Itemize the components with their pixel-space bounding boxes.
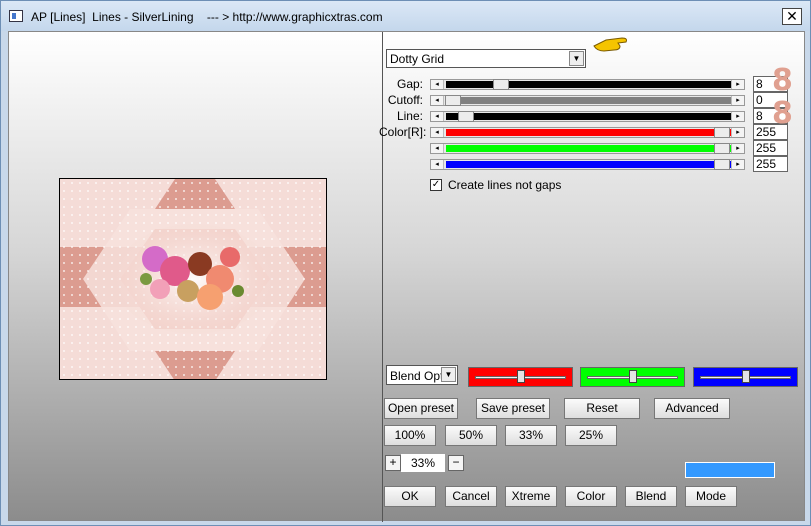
slider-thumb[interactable] [493, 79, 509, 90]
chevron-down-icon[interactable]: ▼ [569, 51, 584, 66]
slider-fill [446, 97, 731, 104]
slider-fill [446, 161, 731, 168]
cutoff-label: Cutoff: [387, 93, 423, 107]
pointing-hand-icon [593, 37, 627, 52]
line-slider[interactable]: ◂ ▸ [430, 111, 745, 122]
slider-thumb[interactable] [714, 127, 730, 138]
scroll-left-icon[interactable]: ◂ [431, 144, 444, 153]
preview-image[interactable] [59, 178, 327, 380]
chevron-down-icon[interactable]: ▼ [441, 367, 456, 382]
save-preset-button[interactable]: Save preset [476, 398, 550, 419]
color-swatch[interactable] [685, 462, 775, 478]
color-green-value-field[interactable]: 255 [753, 140, 788, 156]
preset-dropdown-value: Dotty Grid [390, 52, 445, 66]
title-bar[interactable]: AP [Lines] Lines - SilverLining --- > ht… [1, 1, 810, 31]
scroll-right-icon[interactable]: ▸ [731, 96, 744, 105]
xtreme-button[interactable]: Xtreme [505, 486, 557, 507]
color-blue-slider[interactable]: ◂ ▸ [430, 159, 745, 170]
slider-fill [446, 81, 731, 88]
zoom-100-button[interactable]: 100% [384, 425, 436, 446]
slider-thumb[interactable] [445, 95, 461, 106]
color-blue-value-field[interactable]: 255 [753, 156, 788, 172]
color-green-slider[interactable]: ◂ ▸ [430, 143, 745, 154]
zoom-level-value[interactable]: 33% [401, 454, 445, 472]
open-preset-button[interactable]: Open preset [384, 398, 458, 419]
blend-blue-slider[interactable] [693, 367, 798, 387]
color-button[interactable]: Color [565, 486, 617, 507]
scroll-left-icon[interactable]: ◂ [431, 96, 444, 105]
slider-knob[interactable] [742, 370, 750, 383]
scroll-left-icon[interactable]: ◂ [431, 80, 444, 89]
plugin-window: AP [Lines] Lines - SilverLining --- > ht… [0, 0, 811, 526]
slider-fill [446, 129, 731, 136]
scroll-right-icon[interactable]: ▸ [731, 144, 744, 153]
zoom-25-button[interactable]: 25% [565, 425, 617, 446]
reset-button[interactable]: Reset [564, 398, 640, 419]
scroll-left-icon[interactable]: ◂ [431, 160, 444, 169]
create-lines-checkbox[interactable]: ✓ [430, 179, 442, 191]
cancel-button[interactable]: Cancel [445, 486, 497, 507]
cutoff-slider[interactable]: ◂ ▸ [430, 95, 745, 106]
line-annotation-mark: 8 [772, 96, 793, 131]
gap-label: Gap: [396, 77, 423, 91]
slider-thumb[interactable] [458, 111, 474, 122]
scroll-left-icon[interactable]: ◂ [431, 112, 444, 121]
zoom-in-button[interactable]: + [385, 455, 401, 471]
slider-thumb[interactable] [714, 159, 730, 170]
window-title: AP [Lines] Lines - SilverLining --- > ht… [31, 10, 383, 24]
blend-options-select[interactable]: Blend Optio ▼ [386, 365, 458, 385]
scroll-right-icon[interactable]: ▸ [731, 112, 744, 121]
slider-fill [446, 113, 731, 120]
color-red-label: Color[R]: [379, 125, 427, 139]
scroll-right-icon[interactable]: ▸ [731, 160, 744, 169]
mode-button[interactable]: Mode [685, 486, 737, 507]
slider-fill [446, 145, 731, 152]
slider-knob[interactable] [517, 370, 525, 383]
blend-button[interactable]: Blend [625, 486, 677, 507]
preview-artwork [60, 179, 326, 379]
advanced-button[interactable]: Advanced [654, 398, 730, 419]
preset-dropdown[interactable]: Dotty Grid ▼ [386, 49, 586, 68]
zoom-50-button[interactable]: 50% [445, 425, 497, 446]
create-lines-label: Create lines not gaps [448, 178, 562, 192]
ok-button[interactable]: OK [384, 486, 436, 507]
scroll-right-icon[interactable]: ▸ [731, 128, 744, 137]
gap-slider[interactable]: ◂ ▸ [430, 79, 745, 90]
blend-red-slider[interactable] [468, 367, 573, 387]
slider-thumb[interactable] [714, 143, 730, 154]
color-red-slider[interactable]: ◂ ▸ [430, 127, 745, 138]
scroll-right-icon[interactable]: ▸ [731, 80, 744, 89]
dialog-client-area: Dotty Grid ▼ Gap: ◂ ▸ 8 Cutoff: ◂ ▸ 0 Line: ◂ ▸ 8 Co… [8, 31, 805, 522]
app-icon [9, 10, 23, 22]
close-button[interactable]: ✕ [782, 8, 802, 25]
line-label: Line: [396, 109, 423, 123]
gap-annotation-mark: 8 [772, 63, 793, 98]
zoom-out-button[interactable]: − [448, 455, 464, 471]
zoom-33-button[interactable]: 33% [505, 425, 557, 446]
slider-knob[interactable] [629, 370, 637, 383]
scroll-left-icon[interactable]: ◂ [431, 128, 444, 137]
blend-green-slider[interactable] [580, 367, 685, 387]
